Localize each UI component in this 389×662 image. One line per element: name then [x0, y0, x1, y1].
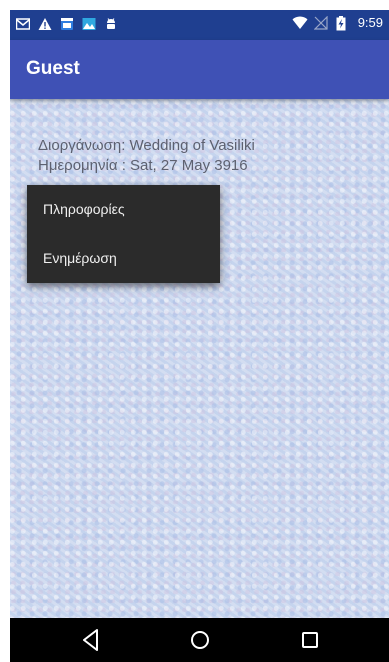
date-text: Ημερομηνία : Sat, 27 May 3916: [38, 157, 248, 174]
gmail-icon: [15, 16, 31, 30]
menu-item-label: Ενημέρωση: [43, 250, 117, 266]
home-button[interactable]: [182, 626, 218, 654]
content-area: Διοργάνωση: Wedding of Vasiliki Ημερομην…: [10, 99, 389, 618]
menu-item-update[interactable]: Ενημέρωση: [27, 234, 220, 283]
context-menu: Πληροφορίες Ενημέρωση: [27, 185, 220, 283]
battery-charging-icon: [336, 15, 350, 30]
recents-button[interactable]: [292, 626, 328, 654]
app-bar: Guest: [10, 40, 389, 99]
home-icon: [191, 631, 209, 649]
warning-icon: [38, 16, 52, 30]
wifi-icon: [292, 16, 308, 30]
status-bar: 9:59: [10, 10, 389, 40]
photos-icon: [82, 16, 96, 30]
no-signal-icon: [313, 15, 328, 30]
organization-text: Διοργάνωση: Wedding of Vasiliki: [38, 137, 255, 154]
calendar-icon: [60, 16, 74, 30]
android-debug-icon: [104, 16, 118, 30]
clock: 9:59: [357, 15, 383, 30]
phone-screen: 9:59 Guest Διοργάνωση: Wedding of Vasili…: [10, 10, 389, 662]
page-title: Guest: [26, 58, 80, 79]
navigation-bar: [10, 618, 389, 662]
menu-item-information[interactable]: Πληροφορίες: [27, 185, 220, 234]
menu-item-label: Πληροφορίες: [43, 201, 125, 217]
notification-icons: [15, 16, 118, 30]
system-status: 9:59: [292, 15, 383, 30]
recents-icon: [302, 632, 318, 648]
back-button[interactable]: [73, 626, 109, 654]
back-icon: [83, 629, 98, 651]
